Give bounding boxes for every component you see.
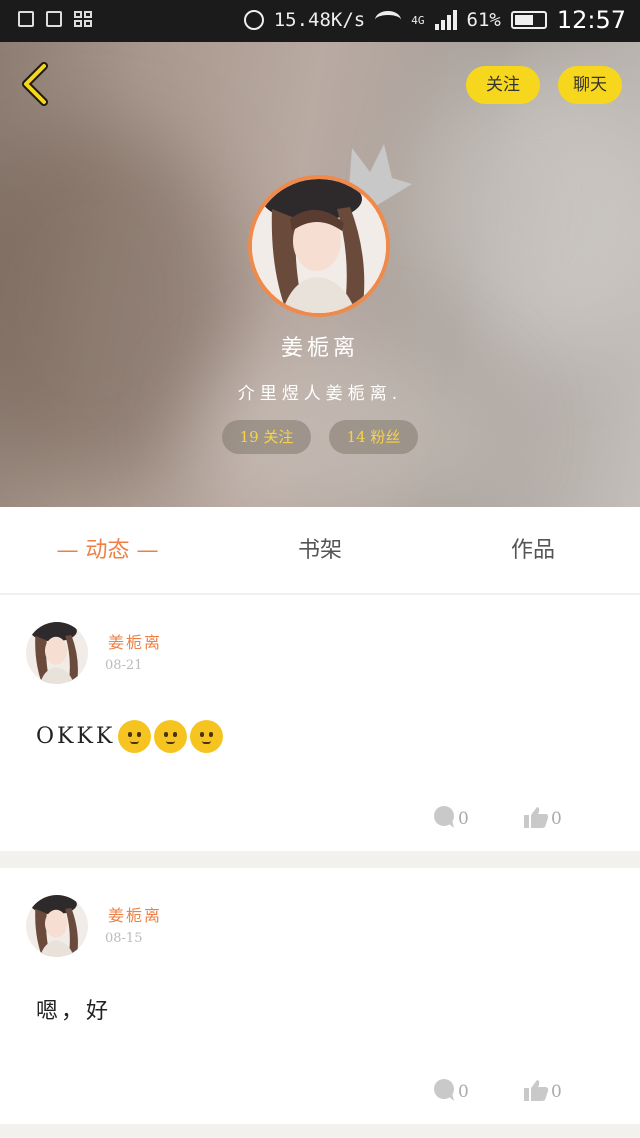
like-button[interactable]: 0 bbox=[523, 805, 562, 829]
wifi-icon bbox=[375, 11, 402, 29]
clock: 12:57 bbox=[556, 6, 626, 34]
comment-button[interactable]: 0 bbox=[432, 805, 469, 829]
smile-emoji-icon bbox=[154, 720, 188, 753]
header-background-blur bbox=[420, 62, 640, 362]
comment-icon bbox=[434, 1079, 454, 1101]
post-content: OKKK bbox=[36, 720, 224, 753]
chevron-left-icon bbox=[22, 62, 48, 106]
fans-count[interactable]: 14 粉丝 bbox=[329, 420, 418, 454]
status-bar: 15.48K/s 4G 61% 12:57 bbox=[0, 0, 640, 42]
comment-button[interactable]: 0 bbox=[432, 1078, 469, 1102]
avatar-image bbox=[26, 895, 88, 957]
tab-bookshelf[interactable]: 书架 bbox=[270, 507, 370, 594]
tab-dynamic[interactable]: — 动态 — bbox=[40, 507, 175, 594]
post-content: 嗯，好 bbox=[36, 993, 111, 1025]
smile-emoji-icon bbox=[190, 720, 224, 753]
like-count: 0 bbox=[551, 809, 562, 829]
thumbs-up-icon bbox=[524, 1080, 549, 1101]
profile-header: 关注 聊天 姜栀离 介里煜人姜栀离. 19 关注 14 粉丝 bbox=[0, 42, 640, 507]
alarm-icon bbox=[243, 10, 264, 30]
post-author[interactable]: 姜栀离 bbox=[108, 629, 162, 653]
chat-button[interactable]: 聊天 bbox=[558, 66, 622, 104]
profile-tabs: — 动态 — 书架 作品 bbox=[0, 507, 640, 594]
gallery-notification-icon bbox=[18, 11, 34, 27]
comment-count: 0 bbox=[458, 809, 469, 829]
feed-post: 姜栀离 08-15 嗯，好 0 0 bbox=[0, 868, 640, 1124]
battery-icon bbox=[510, 11, 547, 29]
like-button[interactable]: 0 bbox=[523, 1078, 562, 1102]
comment-icon bbox=[434, 806, 454, 828]
app-notification-icon bbox=[74, 11, 92, 27]
post-date: 08-15 bbox=[105, 931, 143, 946]
feed-post: 姜栀离 08-21 OKKK 0 0 bbox=[0, 595, 640, 851]
status-right: 15.48K/s 4G 61% 12:57 bbox=[243, 6, 626, 34]
post-author[interactable]: 姜栀离 bbox=[108, 902, 162, 926]
battery-percent: 61% bbox=[466, 9, 501, 31]
avatar[interactable] bbox=[26, 622, 88, 684]
thumbs-up-icon bbox=[524, 807, 549, 828]
post-date: 08-21 bbox=[105, 658, 143, 673]
comment-count: 0 bbox=[458, 1082, 469, 1102]
avatar[interactable] bbox=[26, 895, 88, 957]
smile-emoji-icon bbox=[118, 720, 152, 753]
like-count: 0 bbox=[551, 1082, 562, 1102]
status-left-icons bbox=[18, 11, 92, 27]
post-text: OKKK bbox=[36, 724, 116, 749]
net-speed: 15.48K/s bbox=[273, 9, 366, 31]
follow-button[interactable]: 关注 bbox=[466, 66, 540, 104]
avatar-image bbox=[252, 179, 386, 313]
profile-avatar[interactable] bbox=[248, 175, 390, 317]
profile-bio: 介里煜人姜栀离. bbox=[237, 384, 403, 404]
post-text: 嗯，好 bbox=[36, 999, 112, 1024]
signal-icon bbox=[434, 10, 457, 30]
avatar-image bbox=[26, 622, 88, 684]
back-button[interactable] bbox=[16, 62, 56, 106]
tab-works[interactable]: 作品 bbox=[483, 507, 583, 594]
sms-notification-icon bbox=[46, 11, 62, 27]
network-type: 4G bbox=[411, 13, 425, 27]
profile-name: 姜栀离 bbox=[280, 336, 359, 361]
following-count[interactable]: 19 关注 bbox=[222, 420, 311, 454]
